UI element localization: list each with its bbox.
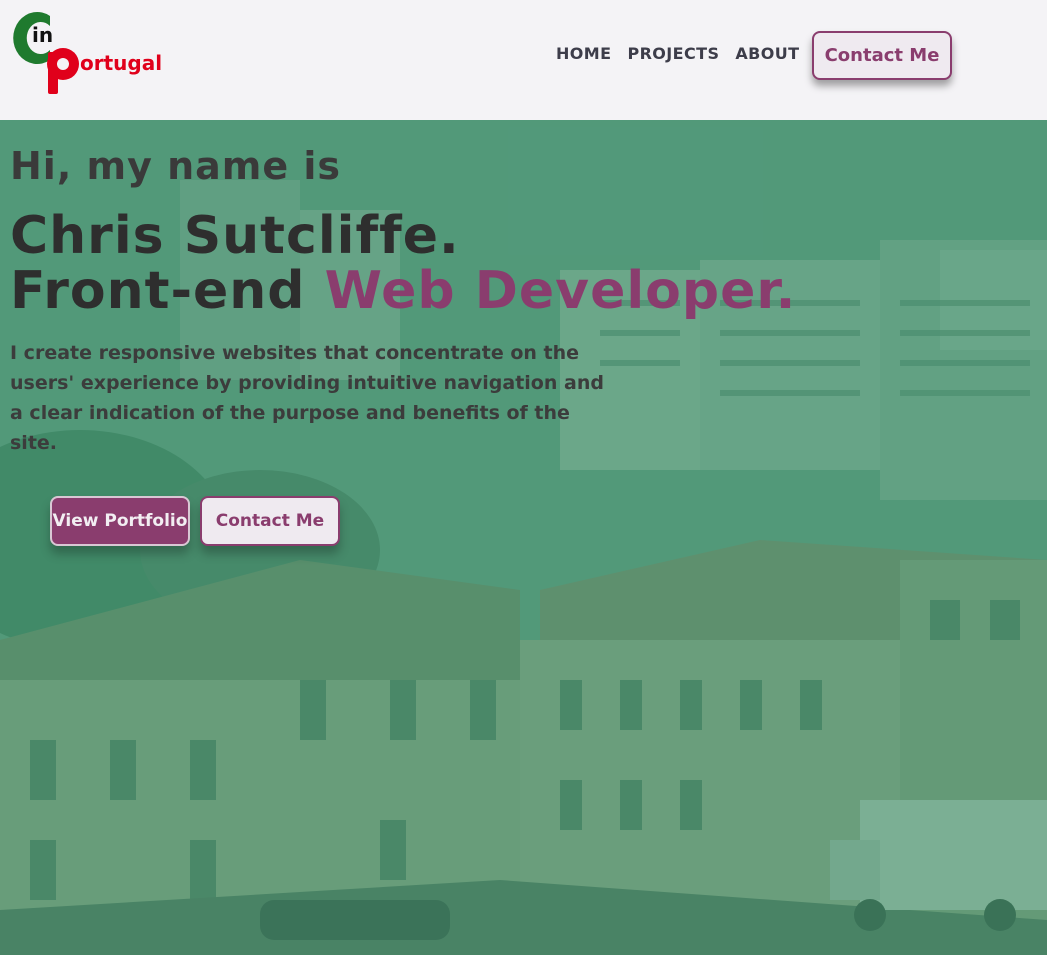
hero-name: Chris Sutcliffe. [10, 206, 460, 266]
hero-greeting: Hi, my name is [10, 144, 342, 188]
view-portfolio-button[interactable]: View Portfolio [50, 496, 190, 546]
hero-role: Front-end Web Developer. [10, 261, 796, 321]
hero-section: Hi, my name is Chris Sutcliffe. Front-en… [0, 120, 1047, 955]
nav-about-link[interactable]: ABOUT [735, 44, 799, 64]
hero-intro-text: I create responsive websites that concen… [10, 342, 604, 454]
logo-graphic: in ortugal [13, 12, 162, 94]
hero-role-accent: Web Developer. [324, 261, 797, 321]
nav-home-link[interactable]: HOME [556, 44, 611, 64]
nav-projects-link[interactable]: PROJECTS [627, 44, 719, 64]
hero-role-prefix: Front-end [10, 261, 325, 321]
hero-contact-button[interactable]: Contact Me [200, 496, 340, 546]
logo-ortugal-text: ortugal [80, 51, 162, 75]
main-nav: HOME PROJECTS ABOUT [556, 44, 815, 64]
header-contact-button[interactable]: Contact Me [812, 31, 952, 80]
site-logo[interactable]: in ortugal [8, 8, 164, 98]
logo-in-text: in [32, 23, 53, 47]
site-header: in ortugal HOME PROJECTS ABOUT Contact M… [0, 0, 1047, 120]
